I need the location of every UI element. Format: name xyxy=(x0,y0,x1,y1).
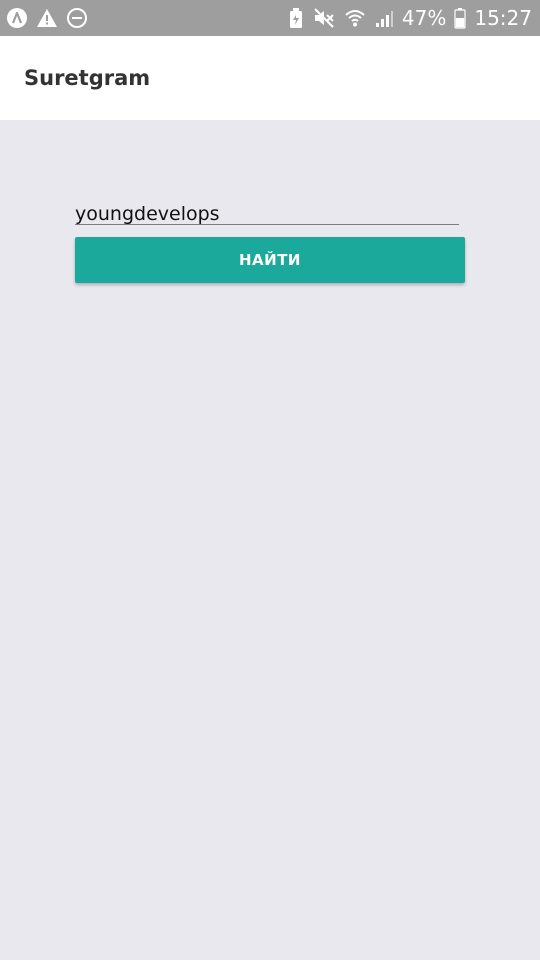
status-right-icons: 47% 15:27 xyxy=(288,5,532,31)
battery-percent: 47% xyxy=(401,6,447,30)
battery-icon xyxy=(454,6,466,30)
signal-icon xyxy=(374,6,394,30)
username-input[interactable] xyxy=(75,204,459,225)
app-bar: Suretgram xyxy=(0,36,540,120)
do-not-disturb-icon xyxy=(65,6,89,30)
app-notification-icon xyxy=(5,6,29,30)
app-title: Suretgram xyxy=(24,66,151,90)
find-button[interactable]: НАЙТИ xyxy=(75,237,465,283)
status-time: 15:27 xyxy=(474,6,532,30)
battery-saver-icon xyxy=(288,6,304,30)
main-content: НАЙТИ xyxy=(0,120,540,960)
status-left-icons xyxy=(5,6,89,30)
warning-icon xyxy=(35,6,59,30)
status-bar: 47% 15:27 xyxy=(0,0,540,36)
mute-icon xyxy=(312,6,336,30)
wifi-icon xyxy=(344,6,366,30)
